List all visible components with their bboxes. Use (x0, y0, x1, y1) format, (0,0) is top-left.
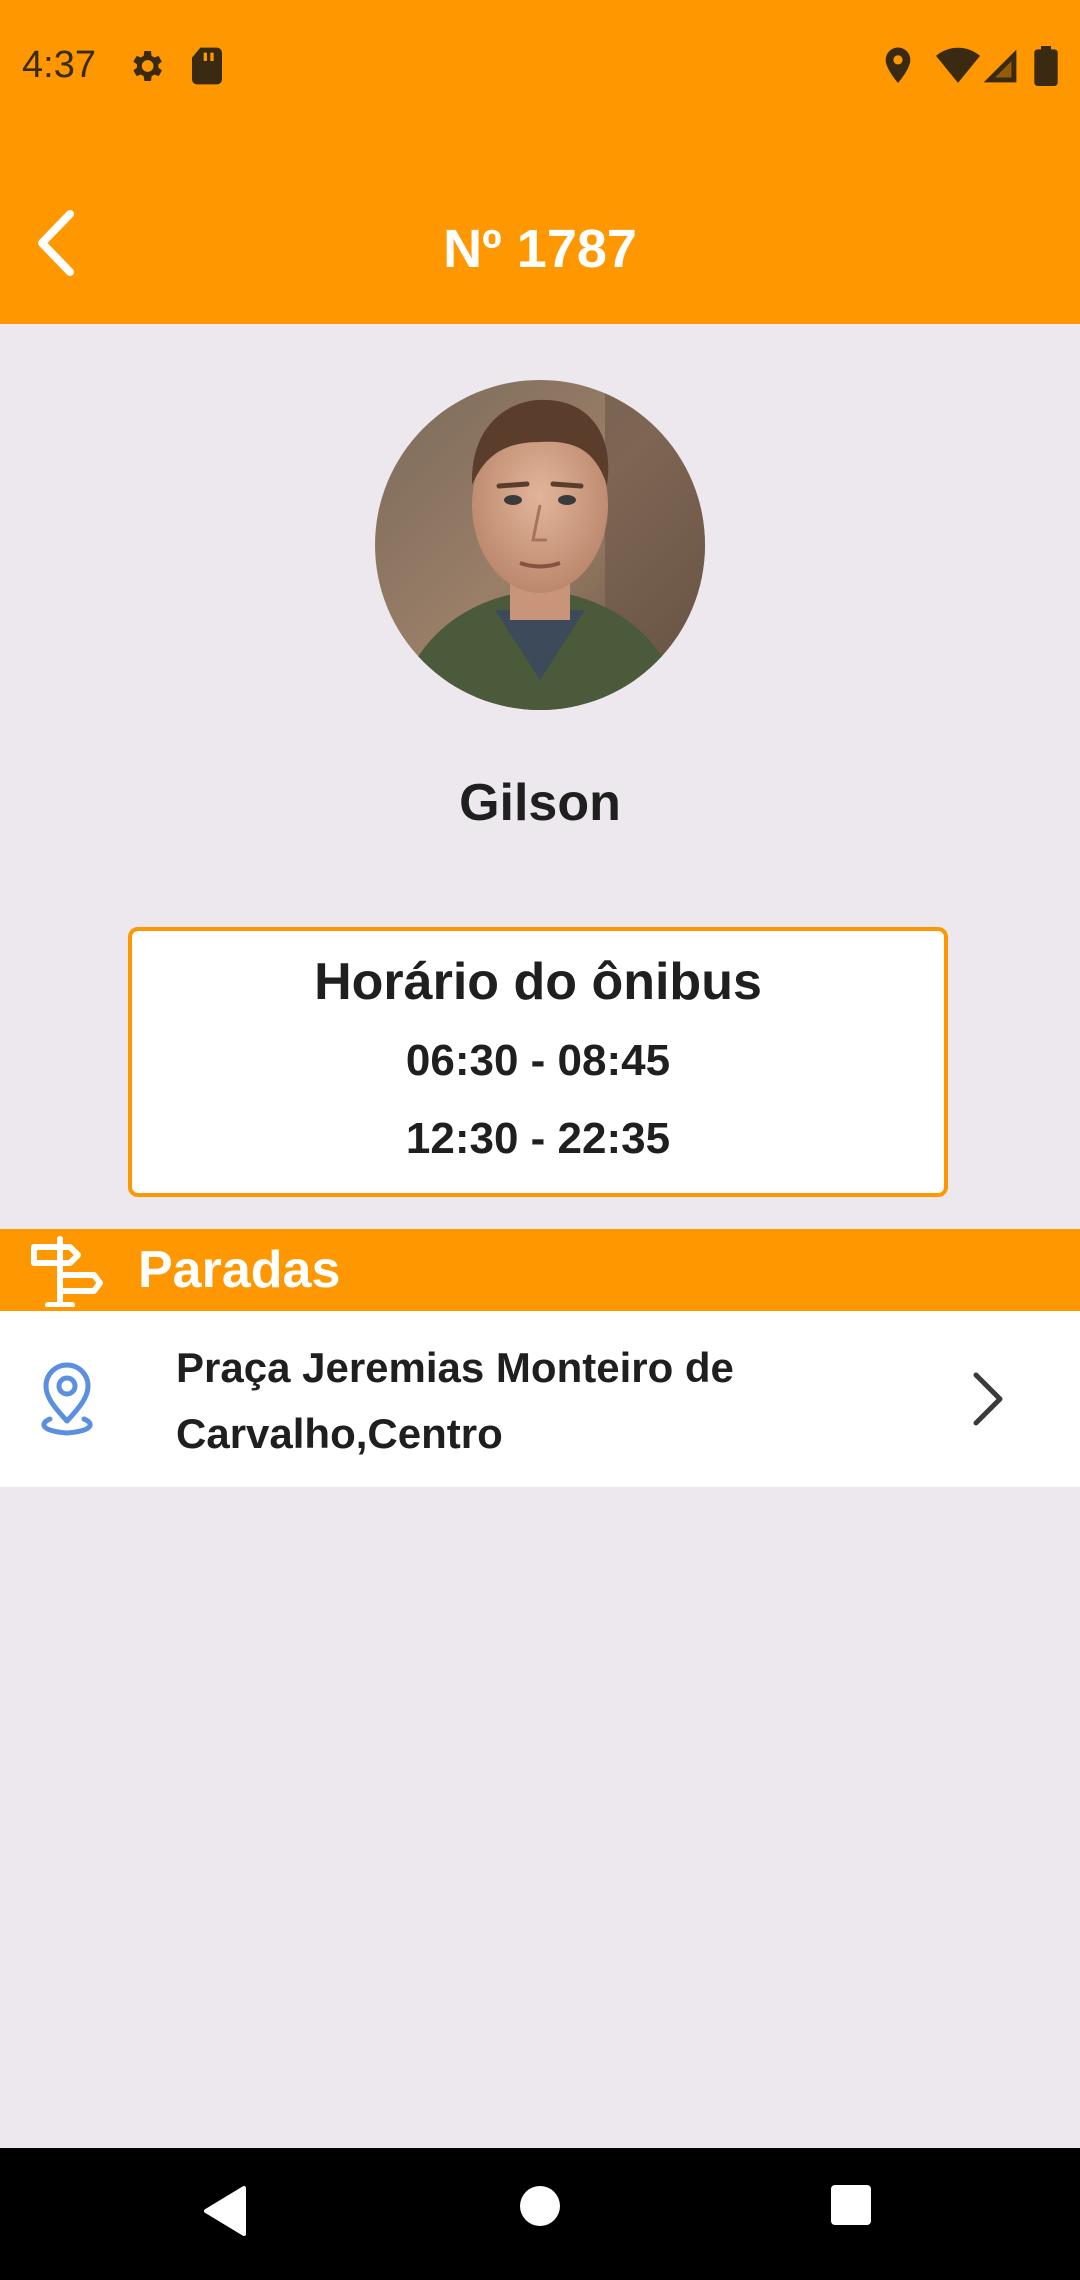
avatar (375, 380, 705, 710)
map-pin-icon (34, 1361, 100, 1442)
sd-card-icon (190, 46, 224, 91)
schedule-title: Horário do ônibus (314, 953, 762, 1011)
list-item[interactable]: Praça Jeremias Monteiro de Carvalho,Cent… (0, 1311, 1080, 1487)
schedule-time: 06:30 - 08:45 (405, 1036, 671, 1085)
stops-header-label: Paradas (138, 1241, 341, 1299)
gear-icon (126, 46, 166, 91)
signpost-icon (30, 1235, 104, 1312)
location-icon (882, 46, 914, 91)
recents-square-icon[interactable] (830, 2184, 872, 2231)
cell-signal-icon (982, 46, 1018, 91)
battery-icon (1034, 46, 1058, 91)
schedule-card: Horário do ônibus 06:30 - 08:45 12:30 - … (128, 927, 948, 1197)
page-title: Nº 1787 (443, 219, 637, 279)
system-nav-bar (0, 2148, 1080, 2280)
stop-name: Praça Jeremias Monteiro de Carvalho,Cent… (176, 1344, 734, 1457)
status-time: 4:37 (22, 44, 96, 86)
home-circle-icon[interactable] (518, 2184, 562, 2233)
back-triangle-icon[interactable] (202, 2184, 248, 2243)
wifi-icon (936, 46, 980, 91)
stops-header: Paradas (0, 1229, 1080, 1311)
driver-name: Gilson (459, 774, 621, 832)
schedule-time: 12:30 - 22:35 (405, 1114, 671, 1163)
chevron-right-icon (966, 1367, 1010, 1436)
status-bar: 4:37 (0, 0, 1080, 134)
